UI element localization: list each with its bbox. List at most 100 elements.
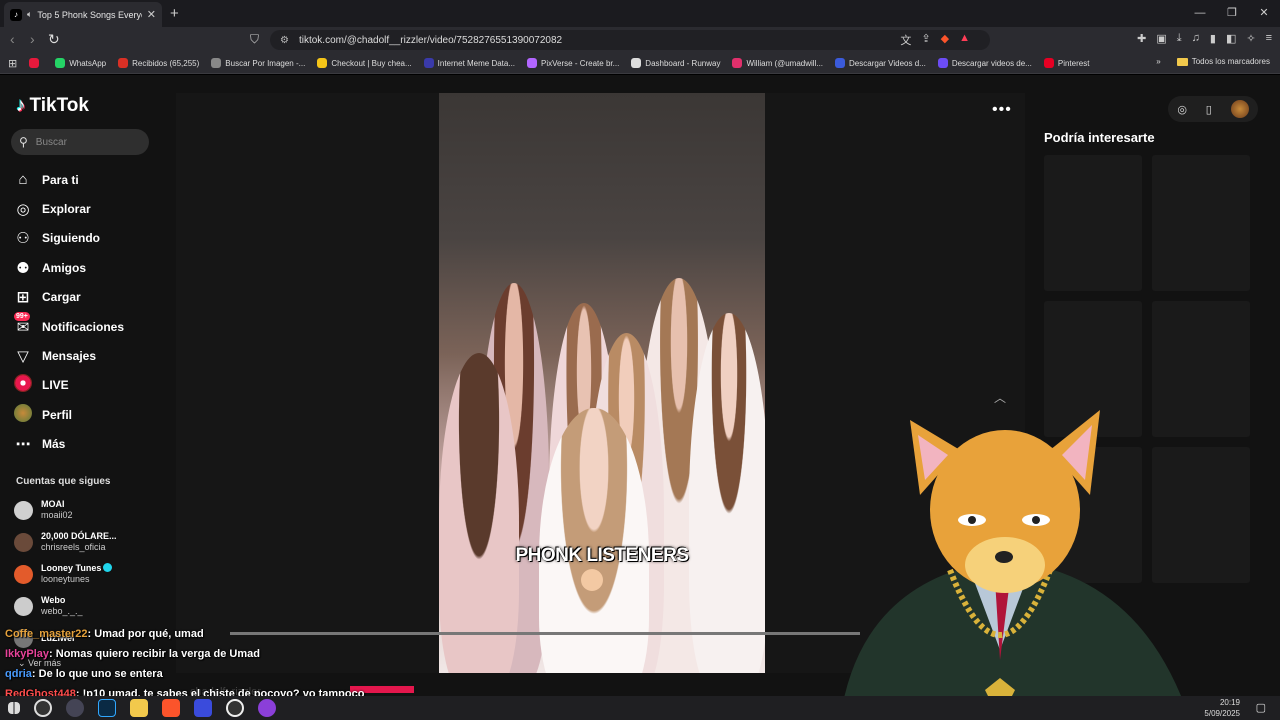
video-caption: PHONK LISTENERS [515, 545, 689, 566]
all-bookmarks-folder[interactable]: Todos los marcadores [1176, 57, 1270, 66]
bookmark-favicon-icon [423, 58, 434, 68]
video-figure [439, 353, 519, 673]
folder-icon [1176, 57, 1188, 66]
account-username: looneytunes [41, 574, 90, 584]
upload-icon: ⊞ [16, 289, 30, 307]
messages-icon: ▽ [17, 348, 29, 366]
bookmark-item[interactable]: Pinterest [1043, 58, 1089, 68]
wallet-icon[interactable]: ▣ [1156, 32, 1166, 45]
vegas-icon[interactable] [194, 699, 212, 717]
bookmark-item[interactable]: Checkout | Buy chea... [317, 58, 412, 68]
compass-icon[interactable]: ◎ [1177, 103, 1187, 116]
extensions-icon[interactable]: ✚ [1137, 32, 1146, 45]
sidebar-toggle-icon[interactable]: ▮ [1210, 32, 1216, 45]
close-window-button[interactable]: ✕ [1248, 0, 1280, 27]
browser-tab[interactable]: ♪ 🔈︎ Top 5 Phonk Songs Everyone ✕ [4, 2, 162, 27]
file-explorer-icon[interactable] [130, 699, 148, 717]
video-player[interactable]: PHONK LISTENERS [439, 93, 765, 673]
bookmark-item[interactable]: Buscar Por Imagen -... [211, 58, 305, 68]
all-bookmarks-label: Todos los marcadores [1191, 57, 1270, 66]
brave-rewards-icon[interactable]: ▲ [959, 32, 970, 48]
back-icon[interactable]: ‹ [10, 31, 15, 47]
sidebar-item-cargar[interactable]: ⊞ Cargar [14, 283, 124, 312]
chat-message: qdria: De lo que uno se entera [5, 666, 364, 686]
forward-icon[interactable]: › [30, 31, 35, 47]
account-name-text: 20,000 DÓLARE... [41, 531, 117, 541]
audio-icon[interactable]: 🔈︎ [27, 9, 32, 20]
phone-icon[interactable]: ▯ [1206, 103, 1212, 116]
bookmark-item[interactable]: Recibidos (65,255) [118, 58, 199, 68]
photoshop-icon[interactable] [98, 699, 116, 717]
bookmark-item[interactable] [29, 58, 43, 68]
more-icon: ⋯ [15, 436, 31, 454]
bookmark-item[interactable]: Dashboard - Runway [631, 58, 720, 68]
translate-icon[interactable]: 文 [900, 32, 911, 48]
sidebar-item-live[interactable]: LIVE [14, 371, 124, 400]
followed-account[interactable]: Webo webo_._._ [14, 590, 117, 622]
bookmark-favicon-icon [317, 58, 328, 68]
bookmark-item[interactable]: WhatsApp [55, 58, 106, 68]
reload-icon[interactable]: ↻ [48, 31, 60, 48]
sidebar-item-explorar[interactable]: ◎ Explorar [14, 194, 124, 223]
restore-button[interactable]: ❐ [1216, 0, 1248, 27]
avatar [14, 532, 33, 552]
followed-account[interactable]: Looney Tunes looneytunes [14, 558, 117, 590]
account-text: Webo webo_._._ [41, 595, 83, 617]
search-icon: ⚲ [19, 135, 28, 149]
bookmark-item[interactable]: PixVerse - Create br... [527, 58, 619, 68]
windows-start-icon[interactable] [8, 702, 20, 714]
suggestion-thumbnail[interactable] [1044, 155, 1142, 291]
suggestion-thumbnail[interactable] [1152, 155, 1250, 291]
share-icon[interactable]: ⇪ [921, 32, 930, 48]
bookmark-item[interactable]: Descargar Videos d... [835, 58, 926, 68]
bookmark-item[interactable]: William (@umadwill... [732, 58, 823, 68]
sidebar-item-label: Siguiendo [42, 231, 100, 246]
account-name: Looney Tunes [41, 563, 113, 574]
sidebar-item-para-ti[interactable]: ⌂ Para ti [14, 165, 124, 194]
bookmark-item[interactable]: Internet Meme Data... [423, 58, 515, 68]
wallet-crypto-icon[interactable]: ◧ [1226, 32, 1236, 45]
address-bar[interactable]: ⚙︎ tiktok.com/@chadolf__rizzler/video/75… [270, 30, 990, 50]
more-bookmarks-button[interactable]: » [1156, 57, 1160, 66]
video-more-button[interactable]: ••• [992, 101, 1012, 119]
bookmark-item[interactable]: Descargar videos de... [937, 58, 1032, 68]
sidebar-item-más[interactable]: ⋯ Más [14, 430, 124, 459]
url-text: tiktok.com/@chadolf__rizzler/video/75282… [298, 34, 563, 46]
apps-icon[interactable]: ⊞ [8, 57, 17, 70]
sidebar-item-mensajes[interactable]: ▽ Mensajes [14, 341, 124, 370]
brave-browser-icon[interactable] [162, 699, 180, 717]
obs-icon[interactable] [34, 699, 52, 717]
bookmark-favicon-icon [527, 58, 538, 68]
steam-icon[interactable] [66, 699, 84, 717]
sidebar-item-amigos[interactable]: ⚉ Amigos [14, 253, 124, 282]
download-icon[interactable]: ⤓ [1177, 32, 1182, 45]
brave-shield-icon[interactable]: ◆ [941, 32, 949, 48]
app-icon[interactable] [226, 699, 244, 717]
discord-icon[interactable] [258, 699, 276, 717]
system-clock[interactable]: 20:19 5/09/2025 [1204, 697, 1240, 719]
leo-ai-icon[interactable]: ✧ [1246, 32, 1255, 45]
notification-center-icon[interactable]: ▢ [1256, 701, 1266, 714]
new-tab-button[interactable]: + [170, 5, 179, 22]
close-tab-icon[interactable]: ✕ [147, 8, 156, 21]
tiktok-logo[interactable]: ♪ TikTok [16, 95, 89, 117]
sidebar-menu: ⌂ Para ti ◎ Explorar ⚇ Siguiendo ⚉ Amigos ⊞ Carga… [14, 165, 124, 459]
bookmark-label: Descargar videos de... [951, 58, 1032, 68]
site-settings-icon[interactable]: ⚙︎ [280, 35, 289, 46]
followed-account[interactable]: MOAI moaii02 [14, 494, 117, 526]
sidebar-item-notificaciones[interactable]: ✉ 99+ Notificaciones [14, 311, 124, 341]
menu-icon[interactable]: ≡ [1266, 32, 1272, 45]
sidebar-item-siguiendo[interactable]: ⚇ Siguiendo [14, 224, 124, 253]
sidebar-item-label: Para ti [42, 172, 79, 187]
followed-account[interactable]: 20,000 DÓLARE... chrisreels_oficia [14, 526, 117, 558]
search-input[interactable]: ⚲ Buscar [11, 129, 149, 155]
account-name: MOAI [41, 499, 73, 510]
profile-icon [14, 403, 32, 426]
address-bar-actions: 文 ⇪ ◆ ▲ [900, 32, 970, 48]
avatar[interactable] [1230, 100, 1249, 118]
bookmark-page-icon[interactable]: ⛉ [250, 32, 259, 47]
minimize-button[interactable]: — [1184, 0, 1216, 27]
media-icon[interactable]: ♫ [1192, 32, 1200, 45]
sidebar-item-perfil[interactable]: Perfil [14, 400, 124, 429]
bookmark-label: Recibidos (65,255) [132, 58, 200, 68]
